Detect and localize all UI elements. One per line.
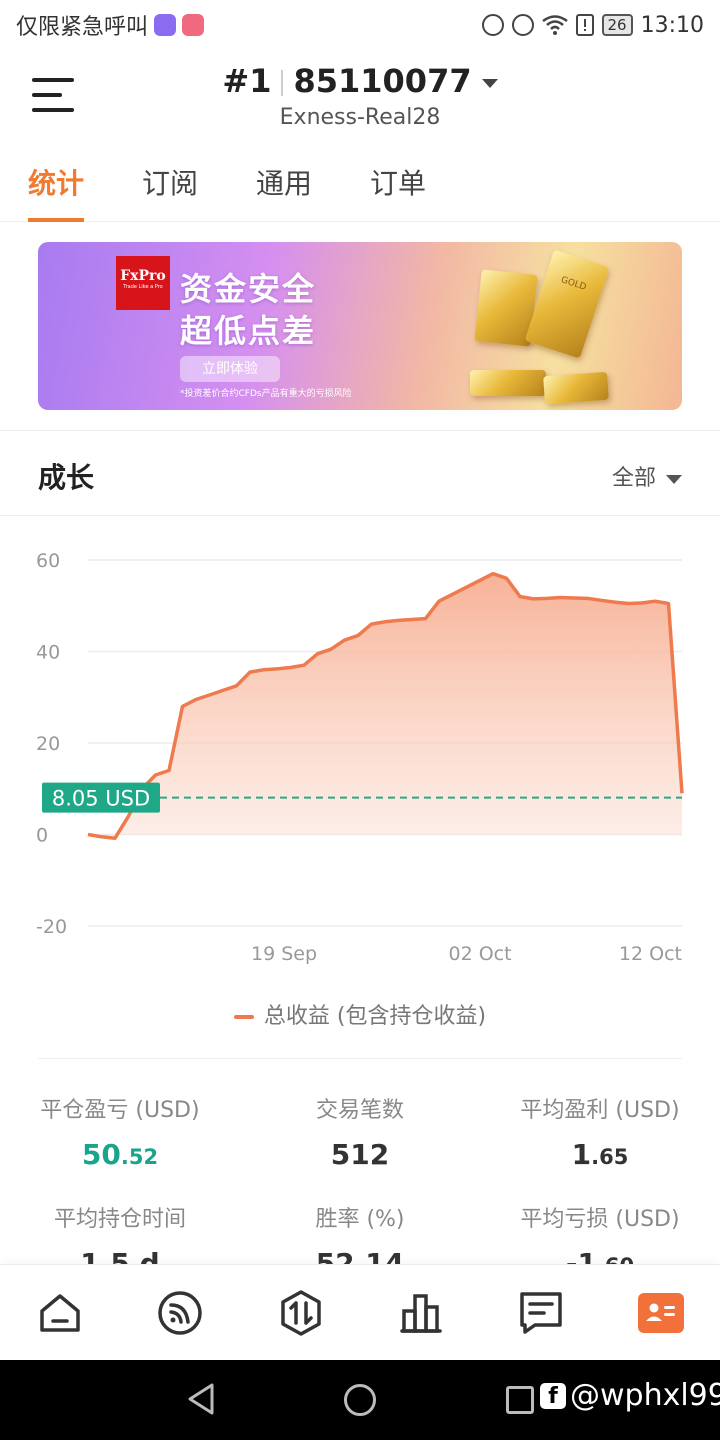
stat-value: 1.65: [571, 1138, 629, 1171]
legend-swatch: [233, 1015, 254, 1019]
y-tick-label: 60: [36, 550, 60, 572]
x-tick-label: 19 Sep: [251, 943, 317, 965]
clock: 13:10: [640, 12, 704, 38]
nav-profile[interactable]: [637, 1292, 684, 1333]
recent-apps-button[interactable]: [506, 1386, 534, 1414]
bottom-nav: [0, 1264, 720, 1360]
stat-trades: 交易笔数 512: [240, 1092, 480, 1171]
message-icon: [520, 1291, 563, 1334]
app-notification-icon: [182, 14, 205, 36]
chevron-down-icon: [481, 78, 498, 88]
y-tick-label: -20: [36, 916, 67, 938]
account-number: 85110077: [293, 62, 472, 100]
tab-orders[interactable]: 订单: [370, 155, 426, 222]
promo-banner[interactable]: FxPro Trade Like a Pro 资金安全 超低点差 立即体验 *投…: [38, 242, 682, 410]
signal-feed-icon: [158, 1290, 203, 1335]
banner-subheadline: 超低点差: [180, 312, 317, 350]
sim-alert-icon: [575, 14, 594, 36]
account-selector[interactable]: #1 85110077: [0, 62, 720, 100]
trade-icon: [281, 1289, 321, 1336]
period-filter-dropdown[interactable]: 全部: [612, 460, 682, 492]
nav-home[interactable]: [36, 1289, 84, 1337]
stat-avg-profit: 平均盈利 (USD) 1.65: [480, 1092, 720, 1171]
legend-label: 总收益 (包含持仓收益): [263, 1004, 487, 1029]
system-navigation-bar: f @wphxl999: [0, 1360, 720, 1440]
banner-disclaimer: *投资差价合约CFDs产品有重大的亏损风险: [180, 389, 352, 399]
y-tick-label: 40: [36, 642, 60, 664]
x-tick-label: 12 Oct: [619, 943, 682, 965]
alarm-icon: [511, 14, 534, 36]
account-rank: #1: [222, 62, 272, 100]
stat-closed-pl: 平仓盈亏 (USD) 50.52: [0, 1092, 240, 1171]
banner-cta-button[interactable]: 立即体验: [180, 356, 280, 382]
nav-messages[interactable]: [517, 1289, 565, 1337]
stat-label: 平仓盈亏 (USD): [40, 1098, 200, 1123]
status-text: 仅限紧急呼叫: [16, 15, 149, 40]
chart-legend[interactable]: 总收益 (包含持仓收益): [0, 998, 720, 1030]
gold-bar-image: GOLD: [524, 249, 610, 359]
chevron-down-icon: [666, 474, 682, 484]
period-filter-label: 全部: [611, 466, 656, 491]
facebook-icon: f: [540, 1382, 566, 1409]
stat-label: 胜率 (%): [315, 1207, 405, 1232]
y-tick-label: 0: [36, 825, 48, 847]
nav-charts[interactable]: [397, 1289, 445, 1337]
stat-label: 交易笔数: [315, 1098, 404, 1123]
home-icon: [40, 1293, 80, 1332]
y-tick-label: 20: [36, 733, 60, 755]
back-icon[interactable]: [186, 1382, 216, 1416]
gold-bar-image: [470, 370, 546, 396]
status-bar: 仅限紧急呼叫 26 13:10: [0, 0, 720, 50]
stat-label: 平均持仓时间: [53, 1207, 186, 1232]
app-notification-icon: [154, 14, 177, 36]
gold-bar-image: [543, 371, 609, 405]
nav-trade[interactable]: [277, 1289, 325, 1337]
stat-value: 50.52: [81, 1138, 159, 1171]
watermark: f @wphxl999: [540, 1378, 720, 1413]
battery-icon: 26: [601, 14, 633, 36]
x-tick-label: 02 Oct: [449, 943, 512, 965]
stat-label: 平均盈利 (USD): [520, 1098, 680, 1123]
tab-bar: 统计 订阅 通用 订单: [0, 155, 720, 222]
wifi-icon: [541, 15, 568, 35]
growth-title: 成长: [38, 461, 95, 494]
home-button[interactable]: [344, 1384, 376, 1416]
chart-bars-icon: [400, 1293, 442, 1333]
data-saver-icon: [481, 14, 504, 36]
stat-label: 平均亏损 (USD): [520, 1207, 680, 1232]
current-value-label: 8.05 USD: [52, 787, 150, 811]
server-name: Exness-Real28: [279, 105, 441, 130]
growth-chart: 60 40 20 0 -20 19 Sep 02 Oct 12 Oct 8.05 USD: [36, 550, 684, 965]
stat-value: 512: [330, 1138, 390, 1171]
tab-statistics[interactable]: 统计: [28, 155, 85, 222]
banner-headline: 资金安全: [180, 270, 317, 308]
app-header: #1 85110077 Exness-Real28: [0, 50, 720, 150]
tab-general[interactable]: 通用: [256, 155, 312, 222]
tab-subscribe[interactable]: 订阅: [142, 155, 198, 222]
nav-signals[interactable]: [156, 1289, 204, 1337]
profile-card-icon: [645, 1303, 675, 1321]
fxpro-logo: FxPro Trade Like a Pro: [116, 256, 170, 310]
